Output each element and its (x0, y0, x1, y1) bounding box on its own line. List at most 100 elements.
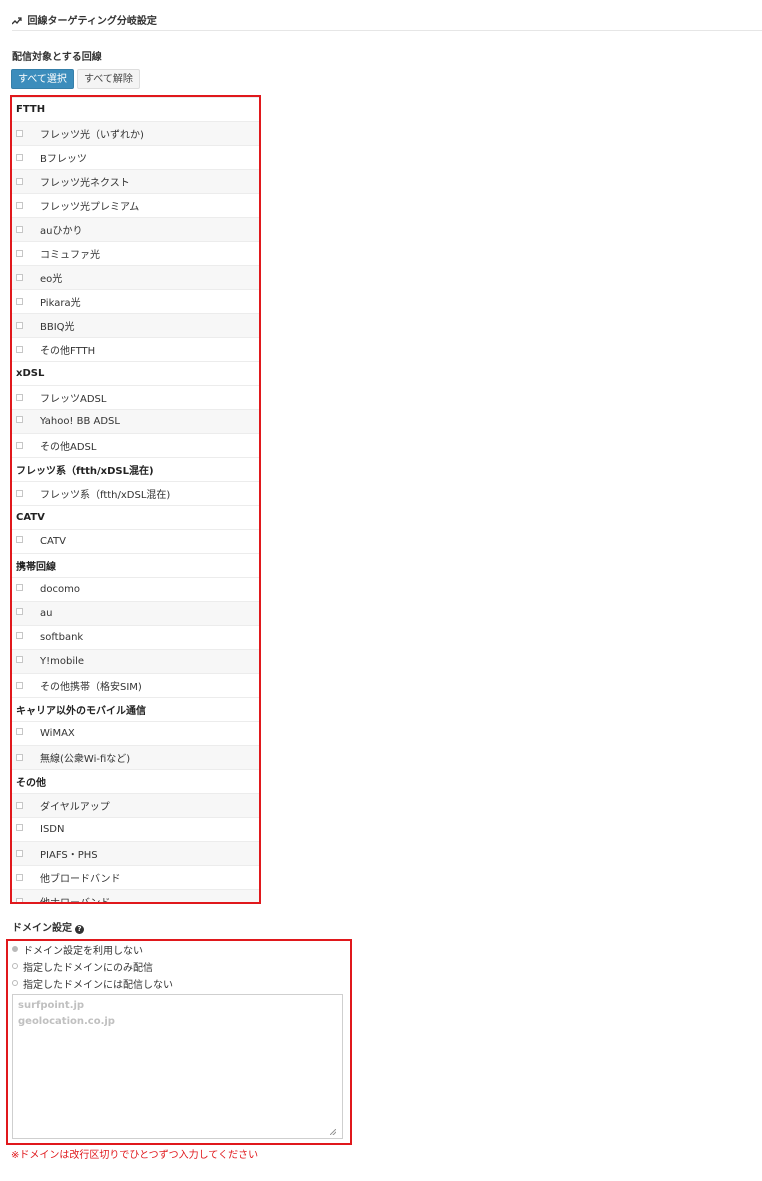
line-option-row[interactable]: フレッツ光ネクスト (12, 169, 259, 194)
lines-checkbox-list: FTTH フレッツ光（いずれか) Bフレッツ フレッツ光ネクスト フレッツ光プレミアム a… (10, 95, 261, 904)
line-checkbox[interactable] (16, 850, 23, 857)
resize-grip-icon[interactable] (330, 1129, 336, 1135)
line-option-cell[interactable]: Y!mobile (12, 649, 259, 674)
line-checkbox[interactable] (16, 824, 23, 831)
line-checkbox[interactable] (16, 656, 23, 663)
select-all-button[interactable]: すべて選択 (11, 69, 74, 89)
line-option-cell[interactable]: ダイヤルアップ (12, 793, 259, 818)
line-option-cell[interactable]: 他ブロードバンド (12, 865, 259, 890)
line-checkbox[interactable] (16, 898, 23, 902)
line-checkbox[interactable] (16, 754, 23, 761)
line-checkbox[interactable] (16, 536, 23, 543)
domain-option-include[interactable]: 指定したドメインにのみ配信 (12, 959, 153, 974)
line-option-cell[interactable]: 他ナローバンド (12, 889, 259, 902)
line-option-cell[interactable]: BBIQ光 (12, 313, 259, 338)
line-option-cell[interactable]: WiMAX (12, 721, 259, 746)
line-checkbox[interactable] (16, 130, 23, 137)
line-checkbox[interactable] (16, 416, 23, 423)
line-group-row: フレッツ系（ftth/xDSL混在) (12, 457, 259, 482)
line-option-cell[interactable]: Pikara光 (12, 289, 259, 314)
line-option-cell[interactable]: Bフレッツ (12, 145, 259, 170)
line-option-label: PIAFS・PHS (40, 850, 98, 861)
line-option-row[interactable]: Yahoo! BB ADSL (12, 409, 259, 434)
line-option-cell[interactable]: フレッツ光ネクスト (12, 169, 259, 194)
line-option-cell[interactable]: Yahoo! BB ADSL (12, 409, 259, 434)
line-checkbox[interactable] (16, 226, 23, 233)
line-checkbox[interactable] (16, 802, 23, 809)
domain-option-exclude[interactable]: 指定したドメインには配信しない (12, 976, 173, 991)
line-option-cell[interactable]: 無線(公衆Wi-fiなど) (12, 745, 259, 770)
line-option-cell[interactable]: その他FTTH (12, 337, 259, 362)
line-checkbox[interactable] (16, 346, 23, 353)
line-option-cell[interactable]: docomo (12, 577, 259, 602)
line-option-row[interactable]: その他携帯（格安SIM) (12, 673, 259, 698)
line-checkbox[interactable] (16, 154, 23, 161)
line-option-cell[interactable]: その他携帯（格安SIM) (12, 673, 259, 698)
line-checkbox[interactable] (16, 632, 23, 639)
domain-textarea[interactable]: surfpoint.jp geolocation.co.jp (12, 994, 343, 1139)
line-option-cell[interactable]: softbank (12, 625, 259, 650)
line-option-row[interactable]: 無線(公衆Wi-fiなど) (12, 745, 259, 770)
line-option-row[interactable]: WiMAX (12, 721, 259, 746)
line-option-cell[interactable]: その他ADSL (12, 433, 259, 458)
line-option-row[interactable]: フレッツADSL (12, 385, 259, 410)
line-option-row[interactable]: docomo (12, 577, 259, 602)
line-checkbox[interactable] (16, 274, 23, 281)
clear-all-button[interactable]: すべて解除 (77, 69, 140, 89)
line-checkbox[interactable] (16, 490, 23, 497)
line-checkbox[interactable] (16, 682, 23, 689)
domain-option-none[interactable]: ドメイン設定を利用しない (12, 942, 143, 957)
line-checkbox[interactable] (16, 608, 23, 615)
line-checkbox[interactable] (16, 298, 23, 305)
line-option-row[interactable]: ダイヤルアップ (12, 793, 259, 818)
line-option-cell[interactable]: eo光 (12, 265, 259, 290)
line-checkbox[interactable] (16, 442, 23, 449)
line-checkbox[interactable] (16, 178, 23, 185)
radio-button[interactable] (12, 980, 18, 986)
line-checkbox[interactable] (16, 202, 23, 209)
line-checkbox[interactable] (16, 874, 23, 881)
line-option-cell[interactable]: au (12, 601, 259, 626)
line-option-cell[interactable]: フレッツ光（いずれか) (12, 121, 259, 146)
radio-button-selected[interactable] (12, 946, 18, 952)
line-option-row[interactable]: Pikara光 (12, 289, 259, 314)
line-option-row[interactable]: CATV (12, 529, 259, 554)
line-option-row[interactable]: ISDN (12, 817, 259, 842)
radio-button[interactable] (12, 963, 18, 969)
line-option-cell[interactable]: auひかり (12, 217, 259, 242)
line-option-row[interactable]: BBIQ光 (12, 313, 259, 338)
line-option-cell[interactable]: フレッツADSL (12, 385, 259, 410)
line-checkbox[interactable] (16, 250, 23, 257)
line-option-row[interactable]: eo光 (12, 265, 259, 290)
line-checkbox[interactable] (16, 728, 23, 735)
line-option-cell[interactable]: ISDN (12, 817, 259, 842)
line-option-cell[interactable]: フレッツ光プレミアム (12, 193, 259, 218)
line-option-row[interactable]: コミュファ光 (12, 241, 259, 266)
domain-settings-box: ドメイン設定を利用しない 指定したドメインにのみ配信 指定したドメインには配信し… (6, 939, 352, 1145)
line-option-row[interactable]: au (12, 601, 259, 626)
line-option-label: auひかり (40, 226, 83, 237)
line-option-row[interactable]: その他FTTH (12, 337, 259, 362)
line-option-row[interactable]: 他ブロードバンド (12, 865, 259, 890)
line-option-row[interactable]: フレッツ光プレミアム (12, 193, 259, 218)
line-option-row[interactable]: PIAFS・PHS (12, 841, 259, 866)
line-checkbox[interactable] (16, 394, 23, 401)
line-option-label: au (40, 608, 53, 619)
line-option-row[interactable]: フレッツ系（ftth/xDSL混在) (12, 481, 259, 506)
line-option-label: BBIQ光 (40, 322, 75, 333)
line-option-row[interactable]: その他ADSL (12, 433, 259, 458)
line-option-row[interactable]: Y!mobile (12, 649, 259, 674)
line-checkbox[interactable] (16, 584, 23, 591)
line-option-row[interactable]: 他ナローバンド (12, 889, 259, 902)
line-option-cell[interactable]: CATV (12, 529, 259, 554)
line-option-cell[interactable]: フレッツ系（ftth/xDSL混在) (12, 481, 259, 506)
question-circle-icon[interactable]: ? (75, 925, 84, 934)
domain-subtitle: ドメイン設定 (12, 923, 72, 934)
line-option-row[interactable]: フレッツ光（いずれか) (12, 121, 259, 146)
line-option-cell[interactable]: コミュファ光 (12, 241, 259, 266)
line-option-row[interactable]: auひかり (12, 217, 259, 242)
line-checkbox[interactable] (16, 322, 23, 329)
line-option-row[interactable]: softbank (12, 625, 259, 650)
line-option-row[interactable]: Bフレッツ (12, 145, 259, 170)
line-option-cell[interactable]: PIAFS・PHS (12, 841, 259, 866)
